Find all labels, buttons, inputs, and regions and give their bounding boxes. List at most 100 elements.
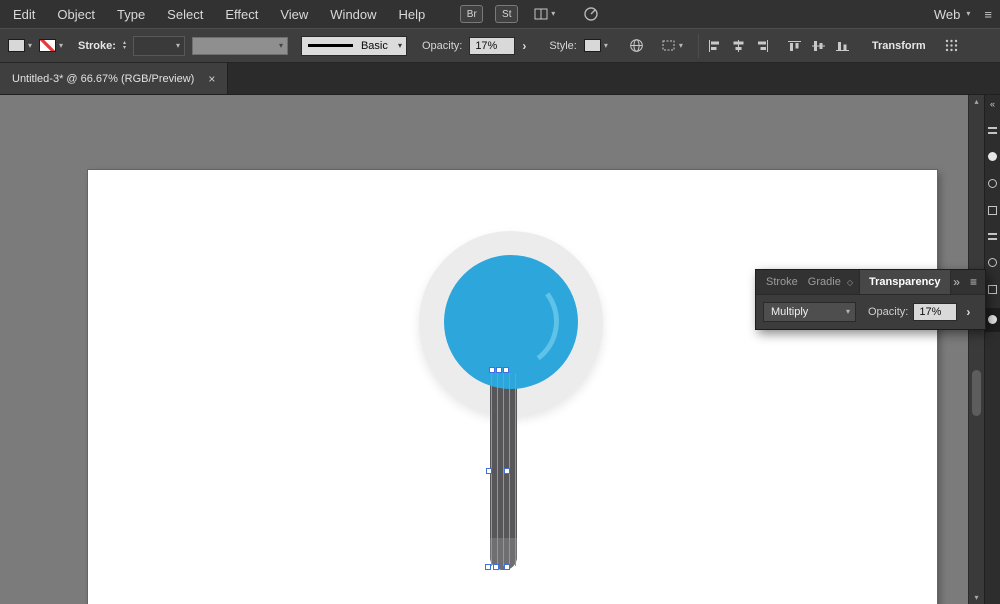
chevron-down-icon: ▾ bbox=[397, 40, 402, 50]
separator bbox=[697, 33, 699, 58]
fill-swatch bbox=[8, 39, 25, 52]
close-tab-icon[interactable]: × bbox=[208, 73, 215, 85]
align-middle-icon bbox=[811, 40, 825, 51]
panel-opacity-field[interactable]: 17% bbox=[913, 303, 958, 321]
align-horizontal-right-button[interactable] bbox=[754, 39, 771, 52]
align-top-icon bbox=[787, 40, 801, 51]
artboard-options-button[interactable]: ▾ bbox=[661, 39, 683, 52]
blend-mode-value: Multiply bbox=[771, 306, 809, 318]
style-dropdown[interactable]: ▾ bbox=[583, 39, 608, 52]
anchor-point[interactable] bbox=[486, 468, 492, 474]
panel-opacity-flyout-icon[interactable]: › bbox=[966, 305, 970, 319]
rotate-view-glyph-icon bbox=[584, 7, 598, 21]
align-vertical-top-button[interactable] bbox=[786, 40, 803, 52]
stroke-preview-line bbox=[307, 44, 353, 47]
chevron-down-icon: ▾ bbox=[551, 9, 556, 18]
menu-edit[interactable]: Edit bbox=[2, 0, 46, 28]
menu-select[interactable]: Select bbox=[156, 0, 214, 28]
panel-tab-gradient[interactable]: Gradie bbox=[808, 276, 841, 288]
brush-definition-dropdown[interactable]: Basic ▾ bbox=[300, 35, 407, 56]
dock-panel-icon[interactable] bbox=[988, 315, 997, 324]
document-tab[interactable]: Untitled-3* @ 66.67% (RGB/Preview) × bbox=[0, 63, 229, 94]
document-color-mode-button[interactable] bbox=[629, 38, 644, 53]
align-center-icon bbox=[733, 39, 744, 52]
dock-panel-icon[interactable] bbox=[988, 233, 997, 240]
menu-help[interactable]: Help bbox=[388, 0, 437, 28]
anchor-point[interactable] bbox=[496, 367, 502, 373]
bridge-button[interactable]: Br bbox=[460, 5, 484, 23]
stroke-color-dropdown[interactable]: ▾ bbox=[39, 39, 63, 52]
stroke-weight-dropdown[interactable]: ▾ bbox=[132, 35, 185, 56]
panel-menu-icon[interactable]: ≡ bbox=[970, 275, 977, 289]
stroke-weight-stepper[interactable]: ▴ ▾ bbox=[122, 40, 126, 51]
anchor-point[interactable] bbox=[489, 367, 495, 373]
stock-button[interactable]: St bbox=[495, 5, 519, 23]
anchor-point[interactable] bbox=[504, 468, 510, 474]
rotate-view-icon[interactable] bbox=[583, 6, 599, 22]
opacity-value: 17% bbox=[475, 39, 498, 52]
canvas-area[interactable] bbox=[0, 95, 1000, 604]
brush-name: Basic bbox=[360, 39, 388, 52]
dock-expand-icon[interactable]: « bbox=[985, 99, 1000, 109]
dock-panel-icon[interactable] bbox=[988, 285, 997, 294]
dock-panel-icon[interactable] bbox=[988, 127, 997, 134]
opacity-field[interactable]: 17% bbox=[469, 36, 516, 55]
menu-view[interactable]: View bbox=[269, 0, 319, 28]
dock-panel-icon[interactable] bbox=[988, 206, 997, 215]
scrollbar-thumb[interactable] bbox=[972, 370, 981, 416]
anchor-point[interactable] bbox=[493, 564, 499, 570]
align-bottom-icon bbox=[835, 41, 849, 51]
fill-color-dropdown[interactable]: ▾ bbox=[8, 39, 32, 52]
align-vertical-bottom-button[interactable] bbox=[834, 40, 851, 52]
arrange-documents-icon bbox=[534, 8, 548, 20]
opacity-label: Opacity: bbox=[421, 39, 463, 52]
artboard-icon bbox=[662, 40, 675, 51]
panel-tab-stroke[interactable]: Stroke bbox=[766, 276, 798, 288]
opacity-flyout-icon[interactable]: › bbox=[522, 40, 526, 52]
workspace-label: Web bbox=[933, 6, 961, 22]
menu-effect[interactable]: Effect bbox=[214, 0, 269, 28]
arrange-documents-button[interactable]: ▾ bbox=[534, 8, 555, 20]
anchor-point[interactable] bbox=[485, 564, 491, 570]
transparency-panel: Stroke Gradie ◇ Transparency » ≡ Multipl… bbox=[755, 269, 986, 330]
chevron-down-icon: ▾ bbox=[28, 40, 33, 50]
width-profile-dropdown[interactable]: ▾ bbox=[191, 36, 288, 55]
anchor-point[interactable] bbox=[504, 564, 510, 570]
transform-panel-button[interactable]: Transform bbox=[872, 40, 926, 52]
panel-collapse-icon[interactable]: » bbox=[953, 275, 960, 289]
control-bar: ▾ ▾ Stroke: ▴ ▾ ▾ ▾ Basic ▾ Opacity: 17%… bbox=[0, 28, 1000, 63]
menu-type[interactable]: Type bbox=[106, 0, 156, 28]
dock-panel-icon[interactable] bbox=[988, 179, 997, 188]
chevron-down-icon: ▾ bbox=[175, 40, 180, 50]
chevron-down-icon: ▾ bbox=[966, 9, 971, 18]
reference-point-icon bbox=[945, 39, 957, 52]
align-vertical-center-button[interactable] bbox=[810, 40, 827, 52]
panel-dock: « bbox=[984, 95, 1000, 604]
stroke-none-swatch bbox=[39, 39, 57, 52]
dock-panel-icon[interactable] bbox=[988, 152, 997, 161]
dock-active-panel[interactable] bbox=[985, 308, 1000, 332]
align-horizontal-left-button[interactable] bbox=[706, 39, 723, 52]
align-left-icon bbox=[708, 39, 719, 52]
stroke-label: Stroke: bbox=[78, 39, 116, 52]
transparency-panel-header: Stroke Gradie ◇ Transparency » ≡ bbox=[756, 270, 985, 295]
blend-mode-dropdown[interactable]: Multiply ▾ bbox=[763, 302, 856, 322]
style-label: Style: bbox=[549, 39, 577, 52]
style-swatch bbox=[583, 39, 601, 52]
stepper-down-icon: ▾ bbox=[122, 44, 126, 51]
anchor-point[interactable] bbox=[503, 367, 509, 373]
scroll-down-icon[interactable]: ▾ bbox=[969, 593, 984, 602]
reference-point-button[interactable] bbox=[945, 39, 958, 52]
menu-bar-right: Web ▾ ≡ bbox=[934, 7, 1000, 22]
app-bar-menu-icon[interactable]: ≡ bbox=[984, 7, 992, 22]
align-horizontal-center-button[interactable] bbox=[730, 39, 747, 52]
vertical-scrollbar[interactable]: ▴ ▾ bbox=[968, 95, 984, 604]
document-tab-title: Untitled-3* @ 66.67% (RGB/Preview) bbox=[12, 72, 195, 85]
menu-object[interactable]: Object bbox=[46, 0, 106, 28]
workspace-switcher[interactable]: Web ▾ bbox=[934, 7, 971, 22]
transparency-panel-body: Multiply ▾ Opacity: 17% › bbox=[756, 295, 985, 329]
panel-tab-transparency[interactable]: Transparency bbox=[858, 270, 951, 294]
menu-window[interactable]: Window bbox=[319, 0, 387, 28]
scroll-up-icon[interactable]: ▴ bbox=[969, 97, 984, 106]
dock-panel-icon[interactable] bbox=[988, 258, 997, 267]
